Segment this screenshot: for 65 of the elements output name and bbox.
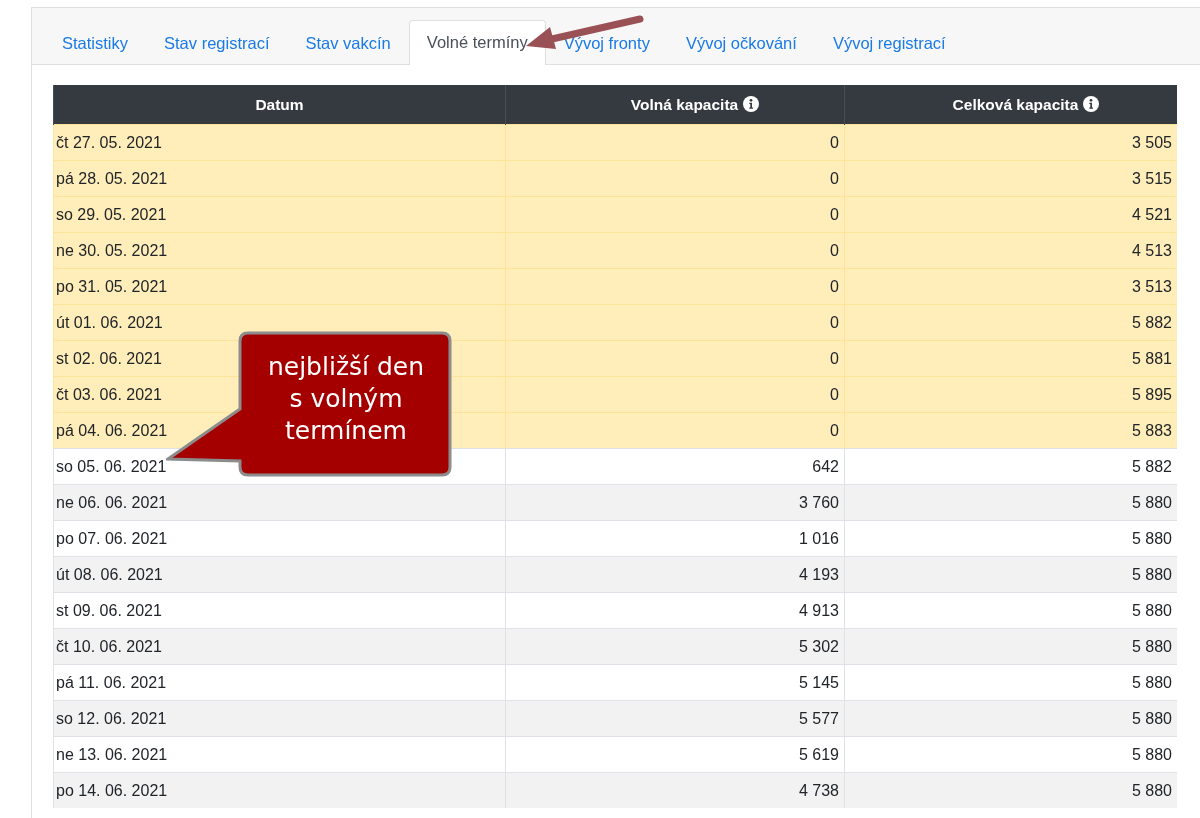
table-cell: 5 880: [844, 700, 1177, 737]
table-cell: čt 10. 06. 2021: [53, 628, 506, 665]
table-cell: 0: [505, 304, 845, 341]
table-cell: 5 881: [844, 340, 1177, 377]
info-icon[interactable]: [1083, 95, 1100, 112]
table-cell: so 12. 06. 2021: [53, 700, 506, 737]
table-cell: pá 11. 06. 2021: [53, 664, 506, 701]
tab[interactable]: Volné termíny: [408, 20, 546, 65]
tab[interactable]: Vývoj očkování: [667, 21, 815, 65]
table-cell: 5 882: [844, 304, 1177, 341]
table-cell: pá 28. 05. 2021: [53, 160, 506, 197]
info-icon[interactable]: [743, 95, 760, 112]
table-cell: 4 913: [505, 592, 845, 629]
table-cell: čt 27. 05. 2021: [53, 124, 506, 161]
table-cell: 0: [505, 232, 845, 269]
table-cell: 5 577: [505, 700, 845, 737]
table-cell: 0: [505, 160, 845, 197]
table-cell: ne 13. 06. 2021: [53, 736, 506, 773]
table-cell: 0: [505, 340, 845, 377]
table-cell: ne 30. 05. 2021: [53, 232, 506, 269]
table-cell: 5 880: [844, 520, 1177, 557]
table-cell: 642: [505, 448, 845, 485]
table-cell: 0: [505, 268, 845, 305]
table-cell: 3 515: [844, 160, 1177, 197]
table-cell: 5 880: [844, 772, 1177, 808]
table-cell: 5 895: [844, 376, 1177, 413]
table-cell: 4 521: [844, 196, 1177, 233]
table-cell: 0: [505, 124, 845, 161]
table-cell: 5 619: [505, 736, 845, 773]
tab[interactable]: Statistiky: [44, 21, 147, 65]
table-cell: po 14. 06. 2021: [53, 772, 506, 808]
table-cell: 5 302: [505, 628, 845, 665]
table-cell: út 01. 06. 2021: [53, 304, 506, 341]
table-cell: 5 883: [844, 412, 1177, 449]
tab[interactable]: Stav registrací: [146, 21, 288, 65]
tab[interactable]: Vývoj fronty: [545, 21, 668, 65]
table-cell: 3 505: [844, 124, 1177, 161]
table-cell: 5 880: [844, 592, 1177, 629]
table-cell: 5 880: [844, 556, 1177, 593]
table-cell: 5 882: [844, 448, 1177, 485]
column-header: Volná kapacita: [630, 95, 739, 113]
table-cell: 0: [505, 196, 845, 233]
column-header: Datum: [255, 95, 304, 113]
table-cell: ne 06. 06. 2021: [53, 484, 506, 521]
table-cell: 4 513: [844, 232, 1177, 269]
table-cell: 5 880: [844, 628, 1177, 665]
table-cell: 0: [505, 376, 845, 413]
table-cell: 3 760: [505, 484, 845, 521]
table-cell: st 09. 06. 2021: [53, 592, 506, 629]
table-cell: út 08. 06. 2021: [53, 556, 506, 593]
table-cell: 5 880: [844, 664, 1177, 701]
table-cell: so 29. 05. 2021: [53, 196, 506, 233]
table-cell: po 07. 06. 2021: [53, 520, 506, 557]
tab[interactable]: Stav vakcín: [287, 21, 409, 65]
table-cell: 5 145: [505, 664, 845, 701]
table-cell: 5 880: [844, 736, 1177, 773]
table-cell: 3 513: [844, 268, 1177, 305]
table-cell: 0: [505, 412, 845, 449]
table-cell: 1 016: [505, 520, 845, 557]
table-cell: 4 738: [505, 772, 845, 808]
column-header: Celková kapacita: [952, 95, 1079, 113]
table-cell: 5 880: [844, 484, 1177, 521]
table-cell: po 31. 05. 2021: [53, 268, 506, 305]
table-cell: 4 193: [505, 556, 845, 593]
tab[interactable]: Vývoj registrací: [814, 21, 964, 65]
